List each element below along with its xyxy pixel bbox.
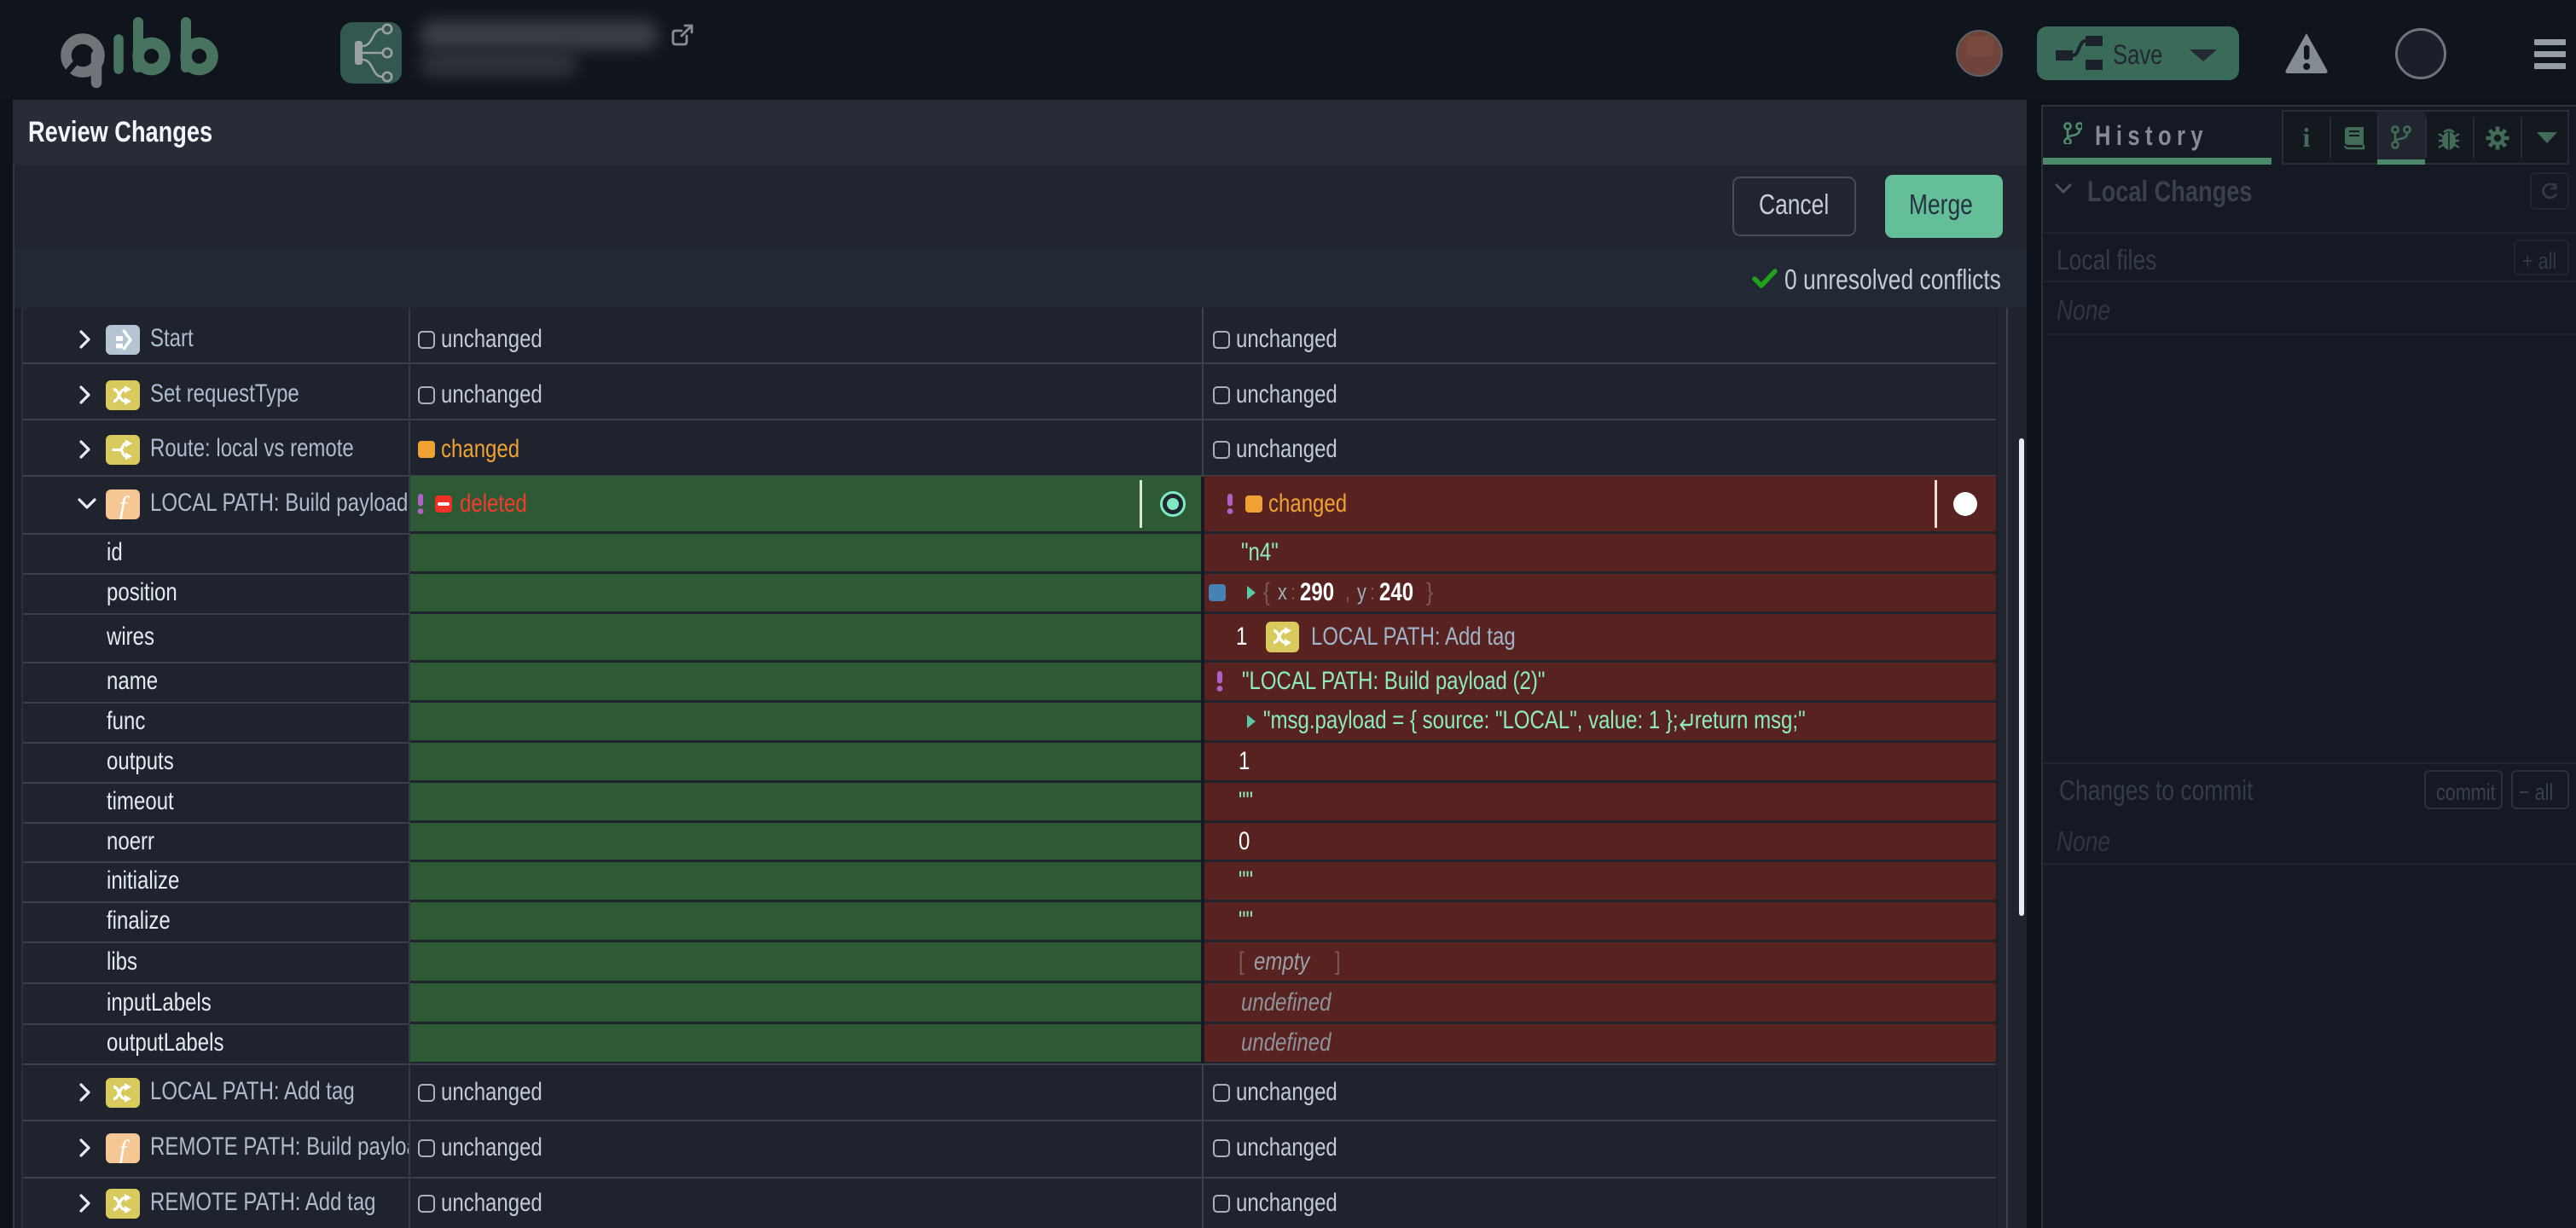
svg-text:i: i xyxy=(2303,122,2311,153)
svg-text:f: f xyxy=(119,490,131,520)
svg-text:f: f xyxy=(119,1134,131,1164)
